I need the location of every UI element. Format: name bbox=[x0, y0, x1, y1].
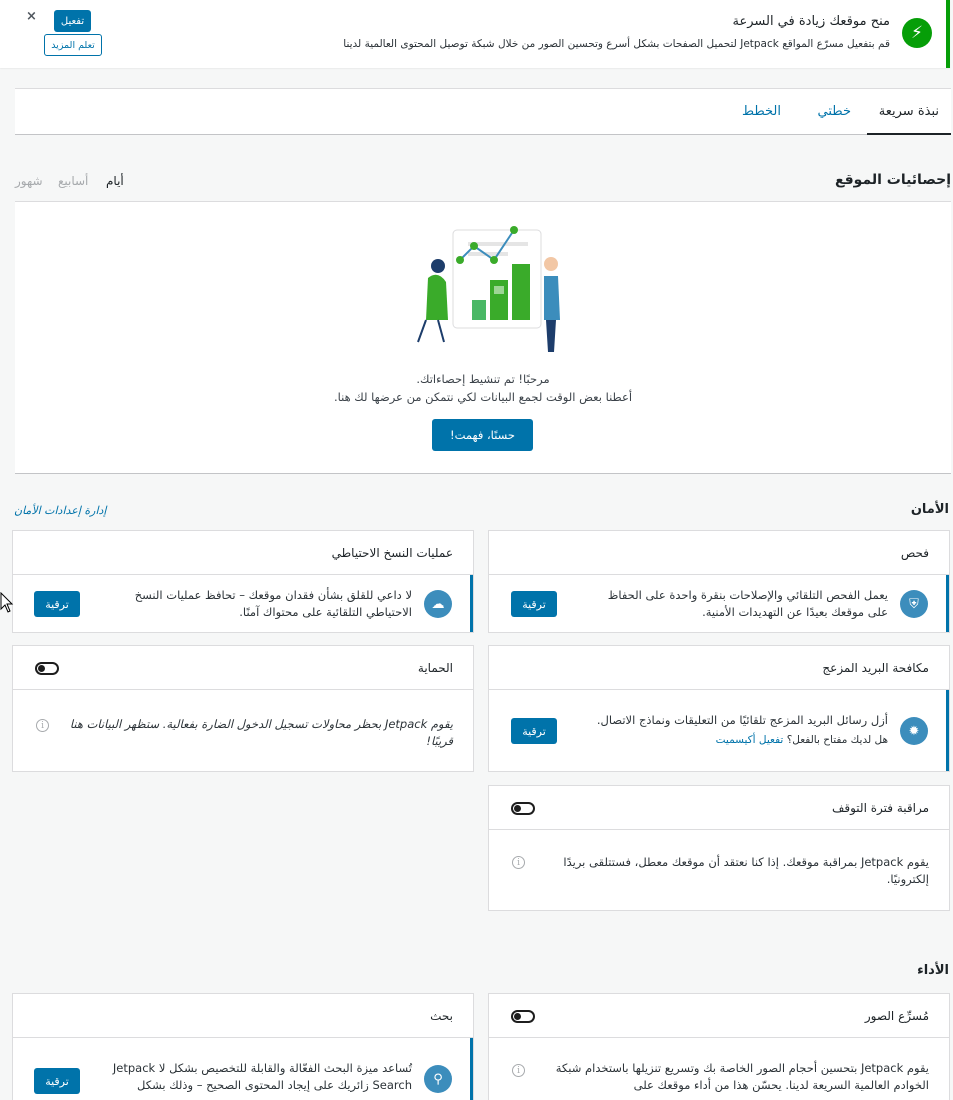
scan-title: فحص bbox=[900, 546, 929, 560]
security-section-title: الأمان bbox=[910, 502, 949, 517]
dashboard-tabs: نبذة سريعة خطتي الخطط bbox=[15, 88, 951, 135]
card-header: عمليات النسخ الاحتياطي bbox=[13, 531, 473, 575]
got-it-button[interactable]: حسنًا، فهمت! bbox=[432, 419, 533, 451]
card-body: ✹ أزل رسائل البريد المزعج تلقائيًا من ال… bbox=[489, 690, 949, 771]
notice-title: منح موقعك زيادة في السرعة bbox=[732, 14, 890, 29]
backups-card: عمليات النسخ الاحتياطي ☁ لا داعي للقلق ب… bbox=[12, 530, 474, 633]
backups-title: عمليات النسخ الاحتياطي bbox=[331, 546, 453, 560]
stats-header: إحصائيات الموقع أيام أسابيع شهور bbox=[15, 162, 951, 202]
image-cdn-title: مُسرِّع الصور bbox=[864, 1009, 929, 1023]
card-header: مراقبة فترة التوقف bbox=[489, 786, 949, 830]
manage-security-link[interactable]: إدارة إعدادات الأمان bbox=[14, 504, 107, 517]
protect-description: يقوم Jetpack بحظر محاولات تسجيل الدخول ا… bbox=[69, 717, 453, 748]
close-icon[interactable]: × bbox=[26, 9, 37, 24]
search-upgrade-button[interactable]: ترقية bbox=[34, 1068, 80, 1094]
image-cdn-toggle[interactable] bbox=[511, 1010, 535, 1023]
period-months[interactable]: شهور bbox=[15, 174, 43, 188]
search-title: بحث bbox=[430, 1009, 453, 1023]
period-days[interactable]: أيام bbox=[106, 174, 124, 188]
antispam-description: أزل رسائل البريد المزعج تلقائيًا من التع… bbox=[596, 713, 888, 727]
period-weeks[interactable]: أسابيع bbox=[58, 174, 88, 188]
stats-wait-text: أعطنا بعض الوقت لجمع البيانات لكي نتمكن … bbox=[333, 390, 633, 404]
cloud-upload-icon: ☁ bbox=[424, 590, 452, 618]
image-cdn-description: يقوم Jetpack بتحسين أحجام الصور الخاصة ب… bbox=[555, 1061, 929, 1092]
image-cdn-card: مُسرِّع الصور يقوم Jetpack بتحسين أحجام … bbox=[488, 993, 950, 1100]
antispam-key-question: هل لديك مفتاح بالفعل؟ bbox=[786, 734, 888, 746]
downtime-title: مراقبة فترة التوقف bbox=[831, 801, 929, 815]
search-card: بحث ⚲ تُساعد ميزة البحث الفعّالة والقابل… bbox=[12, 993, 474, 1100]
scan-upgrade-button[interactable]: ترقية bbox=[511, 591, 557, 617]
jetpack-boost-notice: ⚡ منح موقعك زيادة في السرعة قم بتفعيل مس… bbox=[0, 0, 950, 68]
card-body: يقوم Jetpack بحظر محاولات تسجيل الدخول ا… bbox=[13, 690, 473, 771]
site-stats-panel: إحصائيات الموقع أيام أسابيع شهور مرحبًا!… bbox=[15, 162, 951, 474]
card-body: يقوم Jetpack بمراقبة موقعك. إذا كنا نعتق… bbox=[489, 830, 949, 910]
card-header: مكافحة البريد المزعج bbox=[489, 646, 949, 690]
mouse-cursor-icon bbox=[0, 592, 14, 613]
learn-more-button[interactable]: تعلم المزيد bbox=[44, 34, 102, 56]
antispam-card: مكافحة البريد المزعج ✹ أزل رسائل البريد … bbox=[488, 645, 950, 772]
card-header: مُسرِّع الصور bbox=[489, 994, 949, 1038]
stats-title: إحصائيات الموقع bbox=[834, 172, 951, 188]
downtime-card: مراقبة فترة التوقف يقوم Jetpack بمراقبة … bbox=[488, 785, 950, 911]
tab-my-plan[interactable]: خطتي bbox=[806, 89, 863, 135]
stats-illustration bbox=[417, 226, 560, 352]
stats-welcome-text: مرحبًا! تم تنشيط إحصاءاتك. bbox=[416, 372, 550, 386]
tab-at-a-glance[interactable]: نبذة سريعة bbox=[866, 89, 951, 135]
info-icon[interactable]: i bbox=[512, 1064, 525, 1077]
antispam-key-row: هل لديك مفتاح بالفعل؟ تفعيل أكيسميت bbox=[716, 732, 888, 749]
info-icon[interactable]: i bbox=[36, 719, 49, 732]
info-icon[interactable]: i bbox=[512, 856, 525, 869]
activate-akismet-link[interactable]: تفعيل أكيسميت bbox=[716, 734, 784, 746]
protect-card: الحماية يقوم Jetpack بحظر محاولات تسجيل … bbox=[12, 645, 474, 772]
antispam-upgrade-button[interactable]: ترقية bbox=[511, 718, 557, 744]
backups-description: لا داعي للقلق بشأن فقدان موقعك – تحافظ ع… bbox=[134, 588, 412, 619]
tab-plans[interactable]: الخطط bbox=[730, 89, 793, 135]
notice-description: قم بتفعيل مسرّع المواقع Jetpack لتحميل ا… bbox=[343, 38, 890, 50]
protect-toggle[interactable] bbox=[35, 662, 59, 675]
shield-icon: ⛨ bbox=[900, 590, 928, 618]
downtime-toggle[interactable] bbox=[511, 802, 535, 815]
card-body: ⚲ تُساعد ميزة البحث الفعّالة والقابلة لل… bbox=[13, 1038, 473, 1100]
search-description: تُساعد ميزة البحث الفعّالة والقابلة للتخ… bbox=[112, 1061, 412, 1092]
section-divider bbox=[15, 473, 951, 474]
performance-section-title: الأداء bbox=[917, 963, 949, 978]
activate-button[interactable]: تفعيل bbox=[54, 10, 91, 32]
card-header: الحماية bbox=[13, 646, 473, 690]
search-icon: ⚲ bbox=[424, 1065, 452, 1093]
antispam-title: مكافحة البريد المزعج bbox=[822, 661, 929, 675]
scan-card: فحص ⛨ يعمل الفحص التلقائي والإصلاحات بنق… bbox=[488, 530, 950, 633]
card-body: ⛨ يعمل الفحص التلقائي والإصلاحات بنقرة و… bbox=[489, 575, 949, 632]
scan-description: يعمل الفحص التلقائي والإصلاحات بنقرة واح… bbox=[607, 588, 888, 619]
protect-title: الحماية bbox=[417, 661, 453, 675]
jetpack-bolt-icon: ⚡ bbox=[902, 18, 932, 48]
backups-upgrade-button[interactable]: ترقية bbox=[34, 591, 80, 617]
downtime-description: يقوم Jetpack بمراقبة موقعك. إذا كنا نعتق… bbox=[563, 855, 929, 886]
card-header: بحث bbox=[13, 994, 473, 1038]
bug-icon: ✹ bbox=[900, 717, 928, 745]
card-header: فحص bbox=[489, 531, 949, 575]
card-body: يقوم Jetpack بتحسين أحجام الصور الخاصة ب… bbox=[489, 1038, 949, 1100]
card-body: ☁ لا داعي للقلق بشأن فقدان موقعك – تحافظ… bbox=[13, 575, 473, 632]
